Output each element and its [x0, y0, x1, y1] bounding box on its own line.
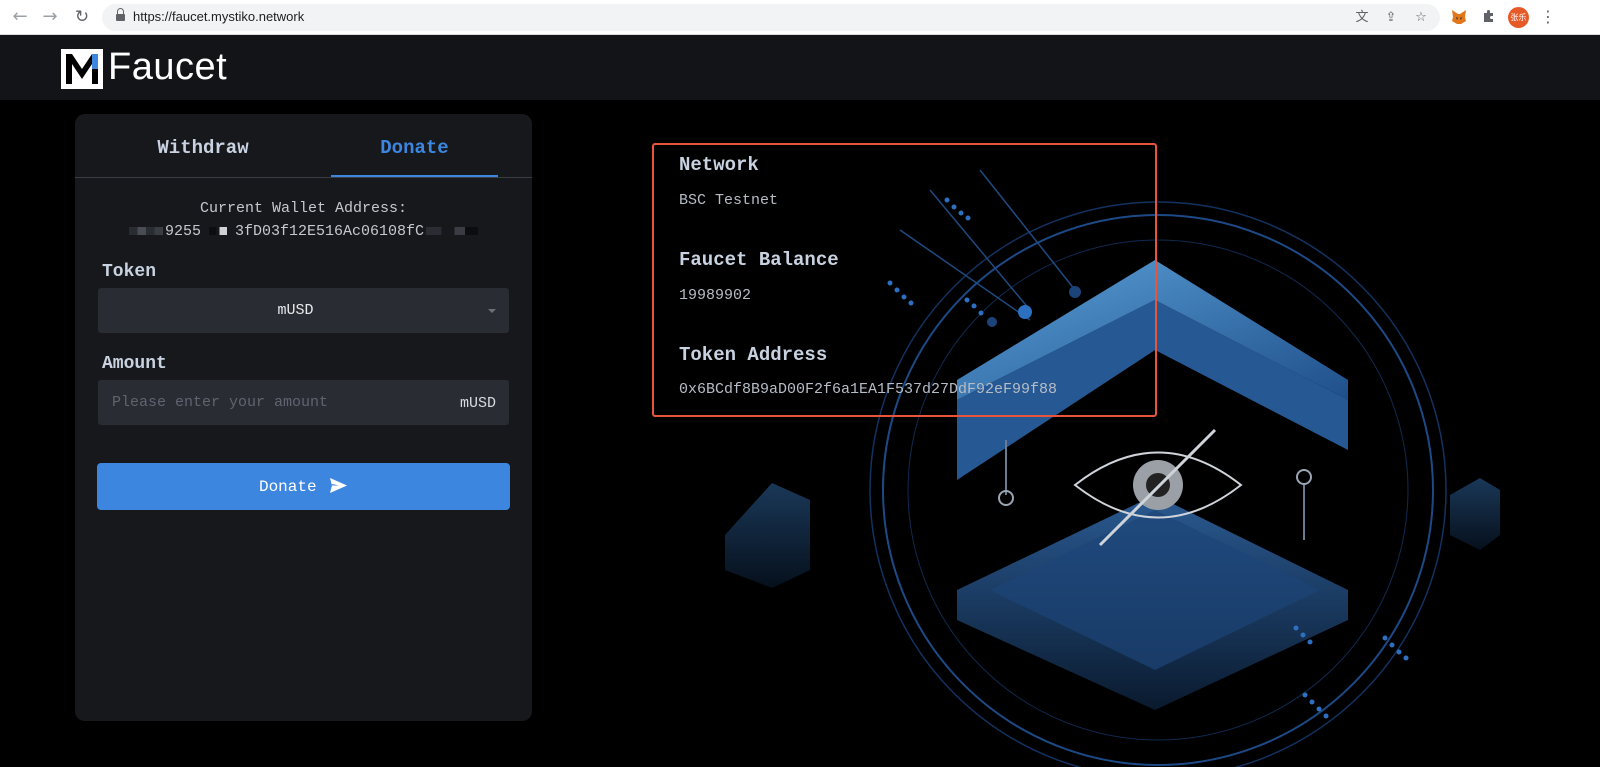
puzzle-extension-icon[interactable] [1480, 8, 1498, 26]
browser-toolbar: ← → ↻ https://faucet.mystiko.network ⽂ ⇪… [0, 0, 1600, 35]
token-select-value[interactable]: mUSD [98, 302, 493, 319]
network-value: BSC Testnet [679, 192, 779, 209]
token-address-value: 0x6BCdf8B9aD00F2f6a1EA1F537d27DdF92eF99f… [679, 381, 1058, 398]
faucet-info-panel: Network BSC Testnet Faucet Balance 19989… [652, 143, 1157, 417]
redacted-block [128, 227, 163, 236]
forward-arrow-icon[interactable]: → [40, 7, 60, 27]
network-label: Network [679, 154, 759, 176]
tab-donate[interactable]: Donate [331, 114, 498, 177]
send-icon[interactable] [329, 477, 348, 494]
amount-label: Amount [102, 354, 167, 374]
url-text[interactable]: https://faucet.mystiko.network [133, 9, 304, 24]
more-menu-icon[interactable]: ⋮ [1540, 7, 1556, 27]
redacted-block [426, 227, 479, 236]
token-label: Token [102, 262, 157, 282]
redacted-block [202, 227, 233, 236]
caret-down-icon[interactable] [488, 309, 496, 313]
balance-value: 19989902 [679, 287, 752, 304]
mystiko-logo-icon[interactable] [61, 49, 103, 89]
profile-avatar[interactable]: 张乐 [1508, 7, 1529, 28]
amount-unit: mUSD [459, 395, 496, 412]
wallet-address-part: 3fD03f12E516Ac06108fC [234, 223, 425, 240]
reload-icon[interactable]: ↻ [72, 7, 92, 27]
logo-text[interactable]: Faucet [108, 46, 227, 89]
share-icon[interactable]: ⇪ [1383, 10, 1399, 26]
donate-button[interactable]: Donate [97, 463, 510, 510]
translate-icon[interactable]: ⽂ [1354, 10, 1370, 26]
donate-button-label[interactable]: Donate [259, 478, 317, 496]
tabs-divider [75, 177, 532, 178]
lock-icon[interactable] [116, 8, 125, 22]
address-bar[interactable]: https://faucet.mystiko.network ⽂ ⇪ ☆ [102, 4, 1440, 31]
back-arrow-icon[interactable]: ← [10, 7, 30, 27]
balance-label: Faucet Balance [679, 249, 839, 271]
star-icon[interactable]: ☆ [1413, 10, 1429, 26]
donate-card: Withdraw Donate Current Wallet Address: … [75, 114, 532, 721]
metamask-fox-icon[interactable] [1450, 8, 1468, 26]
amount-field[interactable]: mUSD [98, 380, 509, 425]
app-header [0, 35, 1600, 100]
wallet-address: 9255 3fD03f12E516Ac06108fC [75, 223, 532, 240]
amount-input[interactable] [98, 380, 438, 425]
wallet-address-part: 9255 [164, 223, 201, 240]
tab-withdraw[interactable]: Withdraw [75, 114, 331, 177]
token-select[interactable]: mUSD [98, 288, 509, 333]
wallet-address-label: Current Wallet Address: [199, 200, 408, 217]
token-address-label: Token Address [679, 344, 828, 366]
